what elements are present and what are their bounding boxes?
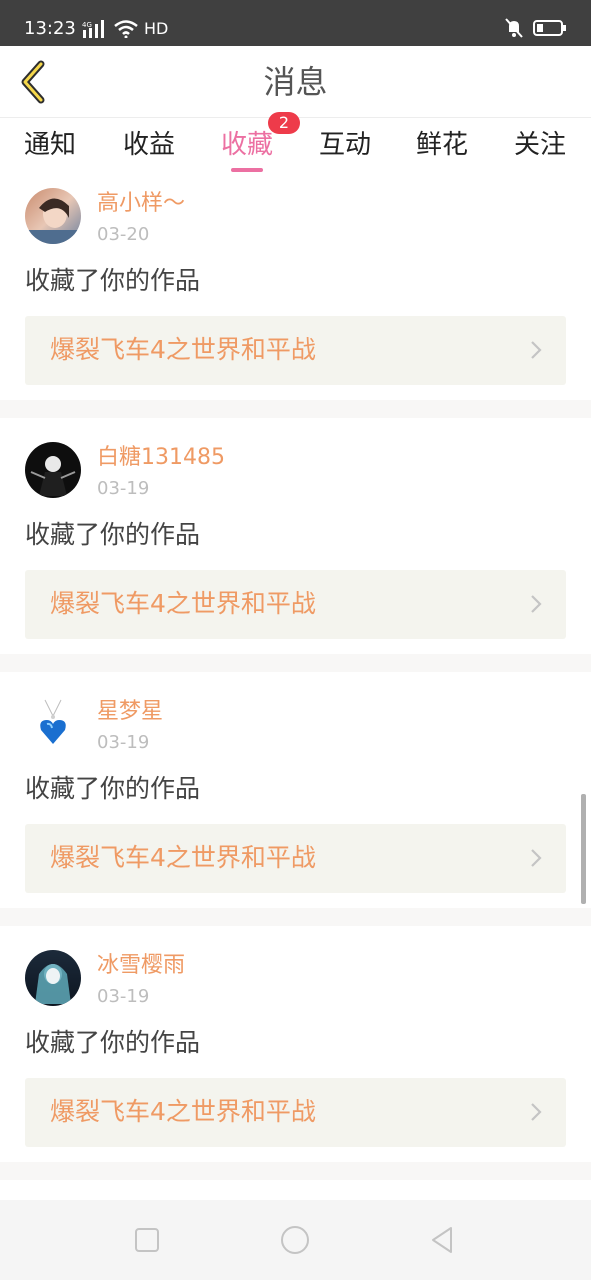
system-nav-bar [0,1200,591,1280]
list-item [0,1180,591,1200]
username[interactable]: 星梦星 [97,698,163,726]
tab-notifications[interactable]: 通知 [20,128,80,162]
home-icon [281,1226,309,1254]
tab-earnings[interactable]: 收益 [119,128,179,162]
recent-apps-button[interactable] [129,1222,165,1258]
username[interactable]: 冰雪樱雨 [97,952,185,980]
avatar[interactable] [25,950,81,1006]
timestamp: 03-20 [97,224,150,245]
username[interactable]: 高小样～ [97,190,185,218]
action-text: 收藏了你的作品 [25,1028,201,1057]
timestamp: 03-19 [97,732,150,753]
mute-icon [505,18,523,38]
favorites-count-badge: 2 [268,112,300,134]
timestamp: 03-19 [97,986,150,1007]
header: 消息 [0,46,591,118]
page-title: 消息 [263,63,328,101]
list-item: 冰雪樱雨 03-19 收藏了你的作品 爆裂飞车4之世界和平战 [0,926,591,1162]
chevron-right-icon [531,595,542,613]
avatar[interactable] [25,696,81,752]
action-text: 收藏了你的作品 [25,520,201,549]
tab-interactions[interactable]: 互动 [315,128,375,162]
action-text: 收藏了你的作品 [25,266,201,295]
home-button[interactable] [277,1222,313,1258]
work-link[interactable]: 爆裂飞车4之世界和平战 [25,316,566,385]
tab-flowers[interactable]: 鲜花 [412,128,472,162]
hd-indicator: HD [144,19,169,38]
chevron-right-icon [531,1103,542,1121]
username[interactable]: 白糖131485 [97,444,225,472]
chevron-right-icon [531,341,542,359]
active-tab-indicator [231,168,263,172]
back-icon [432,1227,452,1253]
avatar[interactable] [25,442,81,498]
battery-icon [533,20,566,36]
status-right-icons [505,18,567,38]
list-item: 高小样～ 03-20 收藏了你的作品 爆裂飞车4之世界和平战 [0,180,591,400]
network-type-label: 4G [82,21,92,29]
work-title: 爆裂飞车4之世界和平战 [50,843,316,872]
message-feed[interactable]: 高小样～ 03-20 收藏了你的作品 爆裂飞车4之世界和平战 白糖131485 … [0,180,591,1200]
work-title: 爆裂飞车4之世界和平战 [50,589,316,618]
work-link[interactable]: 爆裂飞车4之世界和平战 [25,570,566,639]
status-left-icons: 4G HD [82,19,168,39]
signal-icon: 4G [82,20,104,38]
wifi-icon [114,20,138,38]
status-bar: 13:23 4G HD [0,0,591,46]
scrollbar[interactable] [581,794,586,904]
work-link[interactable]: 爆裂飞车4之世界和平战 [25,824,566,893]
work-title: 爆裂飞车4之世界和平战 [50,1097,316,1126]
work-link[interactable]: 爆裂飞车4之世界和平战 [25,1078,566,1147]
timestamp: 03-19 [97,478,150,499]
recent-apps-icon [135,1228,159,1252]
system-back-button[interactable] [424,1222,460,1258]
list-item: 白糖131485 03-19 收藏了你的作品 爆裂飞车4之世界和平战 [0,418,591,654]
chevron-right-icon [531,849,542,867]
tab-following[interactable]: 关注 [510,128,570,162]
list-item: 星梦星 03-19 收藏了你的作品 爆裂飞车4之世界和平战 [0,672,591,908]
tab-favorites[interactable]: 收藏 [217,128,277,162]
avatar[interactable] [25,188,81,244]
work-title: 爆裂飞车4之世界和平战 [50,335,316,364]
action-text: 收藏了你的作品 [25,774,201,803]
status-time: 13:23 [24,18,76,39]
